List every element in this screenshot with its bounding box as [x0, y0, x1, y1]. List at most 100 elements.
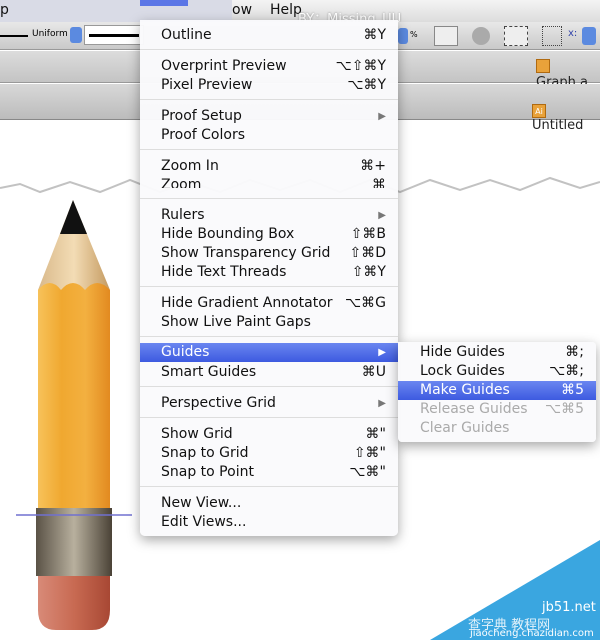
menu-item-snap-to-point[interactable]: Snap to Point ⌥⌘": [140, 463, 398, 482]
menu-item-label: Show Grid: [161, 426, 233, 442]
watermark-url: jiaocheng.chazidian.com: [470, 628, 594, 639]
menu-item-hide-gradient-annotator[interactable]: Hide Gradient Annotator ⌥⌘G: [140, 294, 398, 313]
menu-item-label: Show Transparency Grid: [161, 245, 331, 261]
menu-item-label: Hide Text Threads: [161, 264, 287, 280]
recolor-icon[interactable]: [472, 27, 490, 45]
menu-item-smart-guides[interactable]: Smart Guides ⌘U: [140, 363, 398, 382]
watermark-site: jb51.net: [542, 600, 596, 615]
shortcut: ⌘+: [360, 158, 386, 174]
menu-item-label: Snap to Point: [161, 464, 254, 480]
pencil-artwork: [16, 200, 132, 630]
menu-item-snap-to-grid[interactable]: Snap to Grid ⇧⌘": [140, 444, 398, 463]
menu-item-label: Hide Bounding Box: [161, 226, 295, 242]
shortcut: ⇧⌘D: [349, 245, 386, 261]
x-label: x:: [568, 28, 578, 39]
menu-item-label: Make Guides: [420, 382, 510, 398]
menu-separator: [140, 417, 398, 418]
menu-item-label: Rulers: [161, 207, 205, 223]
menu-separator: [140, 99, 398, 100]
menu-item-rulers[interactable]: Rulers ▶: [140, 206, 398, 225]
menu-item-label: Smart Guides: [161, 364, 257, 380]
menu-item-label: Pixel Preview: [161, 77, 253, 93]
stroke-line-icon: [0, 35, 28, 37]
ai-file-icon: Ai: [532, 104, 546, 118]
menu-item-label: Zoom: [161, 177, 202, 188]
menu-item-label: Proof Setup: [161, 108, 242, 124]
shortcut: ⌘: [372, 177, 386, 188]
menu-item-label: Show Live Paint Gaps: [161, 314, 311, 330]
shortcut: ⌘5: [561, 382, 584, 398]
menu-item-new-view[interactable]: New View...: [140, 494, 398, 513]
shortcut: ⇧⌘B: [350, 226, 386, 242]
menu-item-show-live-paint-gaps[interactable]: Show Live Paint Gaps: [140, 313, 398, 332]
menu-separator: [140, 386, 398, 387]
menu-item-label: New View...: [161, 495, 242, 511]
shortcut: ⌥⌘5: [544, 401, 584, 417]
shortcut: ⌥⌘Y: [347, 77, 386, 93]
menu-window[interactable]: ow: [232, 2, 252, 18]
align-icon[interactable]: [542, 26, 562, 46]
menu-item-label: Proof Colors: [161, 127, 245, 143]
menu-item-label: Lock Guides: [420, 363, 505, 379]
brush-field[interactable]: [84, 25, 144, 45]
select-tool-icon[interactable]: [434, 26, 458, 46]
menu-item-proof-setup[interactable]: Proof Setup ▶: [140, 107, 398, 126]
menu-separator: [140, 486, 398, 487]
view-menu-title[interactable]: [140, 0, 188, 6]
shortcut: ⇧⌘": [353, 445, 386, 461]
menu-item-show-transparency-grid[interactable]: Show Transparency Grid ⇧⌘D: [140, 244, 398, 263]
menu-item-outline[interactable]: Outline ⌘Y: [140, 26, 398, 45]
ai-file-icon: [536, 59, 550, 73]
menu-item-zoom-in[interactable]: Zoom In ⌘+: [140, 157, 398, 176]
menu-item-hide-bounding-box[interactable]: Hide Bounding Box ⇧⌘B: [140, 225, 398, 244]
menu-item-label: Perspective Grid: [161, 395, 276, 411]
tab-untitled-label: Untitled: [532, 118, 584, 133]
menu-separator: [140, 149, 398, 150]
submenu-item-hide-guides[interactable]: Hide Guides ⌘;: [398, 343, 596, 362]
menu-item-label: Hide Gradient Annotator: [161, 295, 333, 311]
percent-label: %: [410, 30, 418, 39]
submenu-item-lock-guides[interactable]: Lock Guides ⌥⌘;: [398, 362, 596, 381]
shortcut: ⌘Y: [363, 27, 386, 43]
menu-item-label: Edit Views...: [161, 514, 247, 530]
menu-separator: [140, 49, 398, 50]
menu-item-label: Snap to Grid: [161, 445, 249, 461]
menu-item-label: Release Guides: [420, 401, 528, 417]
menu-item-label: Zoom In: [161, 158, 219, 174]
shortcut: ⌘U: [361, 364, 386, 380]
submenu-item-clear-guides[interactable]: Clear Guides: [398, 419, 596, 438]
menu-item-label: Guides: [161, 344, 210, 360]
menu-item-overprint-preview[interactable]: Overprint Preview ⌥⇧⌘Y: [140, 57, 398, 76]
shortcut: ⇧⌘Y: [351, 264, 386, 280]
x-stepper[interactable]: [582, 27, 596, 45]
menu-item-show-grid[interactable]: Show Grid ⌘": [140, 425, 398, 444]
menu-app[interactable]: p: [0, 2, 9, 18]
menu-item-guides[interactable]: Guides ▶: [140, 343, 398, 362]
shortcut: ⌥⌘;: [549, 363, 584, 379]
tab-untitled[interactable]: AiUntitled: [532, 101, 600, 133]
submenu-arrow-icon: ▶: [378, 210, 386, 221]
shortcut: ⌘": [365, 426, 386, 442]
menu-item-label: Hide Guides: [420, 344, 505, 360]
menu-bar: p ow Help BY：Missing_UU: [0, 0, 600, 27]
transform-icon[interactable]: [504, 26, 528, 46]
stroke-style[interactable]: Uniform: [32, 29, 68, 39]
submenu-item-release-guides[interactable]: Release Guides ⌥⌘5: [398, 400, 596, 419]
menu-item-pixel-preview[interactable]: Pixel Preview ⌥⌘Y: [140, 76, 398, 95]
opacity-stepper[interactable]: [398, 28, 408, 44]
submenu-arrow-icon: ▶: [378, 111, 386, 122]
menu-item-label: Clear Guides: [420, 420, 510, 436]
menu-item-zoom[interactable]: Zoom ⌘: [140, 176, 398, 188]
shortcut: ⌥⌘G: [345, 295, 386, 311]
menu-item-hide-text-threads[interactable]: Hide Text Threads ⇧⌘Y: [140, 263, 398, 282]
menu-item-edit-views[interactable]: Edit Views...: [140, 513, 398, 532]
shortcut: ⌥⇧⌘Y: [335, 58, 386, 74]
submenu-item-make-guides[interactable]: Make Guides ⌘5: [398, 381, 596, 400]
view-menu: Outline ⌘Y Overprint Preview ⌥⇧⌘Y Pixel Prev…: [140, 20, 398, 536]
stroke-dropdown-icon[interactable]: [70, 27, 82, 43]
menu-separator: [140, 198, 398, 199]
menu-item-perspective-grid[interactable]: Perspective Grid ▶: [140, 394, 398, 413]
menu-item-proof-colors[interactable]: Proof Colors: [140, 126, 398, 145]
menu-item-label: Overprint Preview: [161, 58, 287, 74]
submenu-arrow-icon: ▶: [378, 398, 386, 409]
